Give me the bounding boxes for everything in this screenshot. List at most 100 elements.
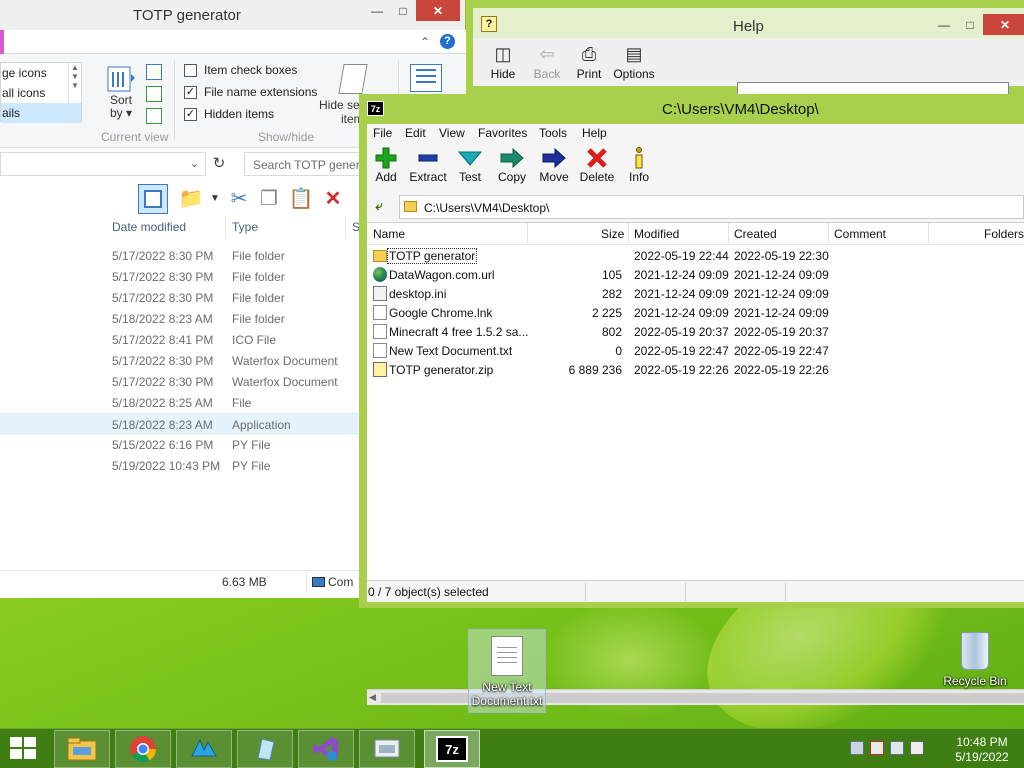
list-item[interactable]: Minecraft 4 free 1.5.2 sa... 802 2022-05-1…	[367, 322, 1024, 341]
menu-file[interactable]: File	[373, 126, 392, 140]
column-divider[interactable]	[345, 216, 346, 238]
checkbox-unchecked[interactable]	[184, 63, 197, 77]
table-row[interactable]: 5/17/2022 8:30 PM File folder	[0, 266, 358, 287]
minimize-button[interactable]: —	[931, 14, 957, 35]
menu-favorites[interactable]: Favorites	[478, 126, 527, 140]
layout-gallery[interactable]: ge icons all icons ails ▲ ▼ ▼	[0, 62, 82, 123]
column-folders[interactable]: Folders	[984, 227, 1024, 241]
list-item[interactable]: Google Chrome.lnk 2 225 2021-12-24 09:09 20…	[367, 303, 1024, 322]
maximize-button[interactable]: □	[390, 0, 416, 21]
ribbon-collapse-icon[interactable]: ⌃	[420, 35, 430, 49]
explorer-titlebar[interactable]: TOTP generator — □ ✕	[0, 0, 465, 30]
info-button[interactable]: Info	[617, 146, 661, 184]
help-titlebar[interactable]: ? Help — □ ✕	[473, 8, 1024, 38]
scroll-left-icon[interactable]: ◀	[369, 692, 376, 703]
column-date-modified[interactable]: Date modified	[112, 220, 186, 234]
maximize-button[interactable]: □	[957, 14, 983, 35]
delete-icon[interactable]: ✕	[318, 184, 348, 214]
help-icon[interactable]: ?	[440, 34, 455, 49]
table-row[interactable]: 5/18/2022 8:23 AM File folder	[0, 308, 358, 329]
taskbar-visual-studio[interactable]	[298, 730, 354, 768]
table-row[interactable]: 5/19/2022 10:43 PM PY File	[0, 455, 358, 476]
column-divider[interactable]	[728, 223, 729, 245]
table-row[interactable]: 5/18/2022 8:25 AM File	[0, 392, 358, 413]
copy-icon[interactable]: ❐	[254, 184, 284, 214]
horizontal-scrollbar[interactable]: ◀	[367, 689, 1024, 705]
clock[interactable]: 10:48 PM 5/19/2022	[952, 735, 1012, 765]
help-hide-button[interactable]: ◫ Hide	[481, 44, 525, 81]
menu-edit[interactable]: Edit	[405, 126, 426, 140]
volume-muted-icon[interactable]	[910, 741, 924, 755]
column-divider[interactable]	[628, 223, 629, 245]
column-divider[interactable]	[828, 223, 829, 245]
desktop-icon-new-text-document[interactable]: New Text Document.txt	[468, 629, 546, 713]
taskbar-file-explorer[interactable]	[54, 730, 110, 768]
table-row[interactable]: 5/17/2022 8:30 PM File folder	[0, 245, 358, 266]
column-divider[interactable]	[928, 223, 929, 245]
list-item[interactable]: New Text Document.txt 0 2022-05-19 22:47 20…	[367, 341, 1024, 360]
table-row[interactable]: 5/15/2022 6:16 PM PY File	[0, 434, 358, 455]
column-size[interactable]: Size	[601, 227, 624, 241]
table-row[interactable]: 5/17/2022 8:30 PM Waterfox Document	[0, 350, 358, 371]
taskbar-waterfox[interactable]	[176, 730, 232, 768]
taskbar-chrome[interactable]	[115, 730, 171, 768]
column-type[interactable]: Type	[232, 220, 258, 234]
start-button[interactable]	[10, 737, 38, 761]
up-folder-icon[interactable]: ⤶	[371, 198, 387, 214]
extract-button[interactable]: Extract	[406, 146, 450, 184]
table-row[interactable]: 5/17/2022 8:30 PM File folder	[0, 287, 358, 308]
network-icon[interactable]	[890, 741, 904, 755]
column-divider[interactable]	[527, 223, 528, 245]
test-button[interactable]: Test	[448, 146, 492, 184]
address-bar[interactable]: ⌄	[0, 152, 206, 176]
help-print-button[interactable]: ⎙ Print	[567, 44, 611, 81]
size-columns-icon[interactable]	[146, 108, 162, 124]
close-button[interactable]: ✕	[983, 14, 1024, 35]
taskbar-control-panel[interactable]	[359, 730, 415, 768]
list-item[interactable]: TOTP generator.zip 6 889 236 2022-05-19 22…	[367, 360, 1024, 379]
add-columns-icon[interactable]	[146, 86, 162, 102]
path-input[interactable]: C:\Users\VM4\Desktop\	[399, 195, 1024, 219]
cut-icon[interactable]: ✂	[224, 184, 254, 214]
delete-button[interactable]: Delete	[575, 146, 619, 184]
column-divider[interactable]	[225, 216, 226, 238]
column-modified[interactable]: Modified	[634, 227, 679, 241]
list-item[interactable]: DataWagon.com.url 105 2021-12-24 09:09 2021…	[367, 265, 1024, 284]
table-row[interactable]: 5/17/2022 8:30 PM Waterfox Document	[0, 371, 358, 392]
table-row[interactable]: 5/18/2022 8:23 AM Application	[0, 413, 358, 434]
paste-icon[interactable]: 📋	[286, 184, 316, 214]
help-back-button[interactable]: ⇦ Back	[525, 44, 569, 81]
add-button[interactable]: Add	[364, 146, 408, 184]
column-comment[interactable]: Comment	[834, 227, 886, 241]
menu-help[interactable]: Help	[582, 126, 607, 140]
chevron-down-icon[interactable]: ⌄	[190, 157, 199, 170]
minimize-button[interactable]: —	[364, 0, 390, 21]
taskbar-python-idle[interactable]	[237, 730, 293, 768]
folder-options-icon[interactable]	[410, 64, 442, 92]
action-center-icon[interactable]	[850, 741, 864, 755]
close-button[interactable]: ✕	[416, 0, 460, 21]
preview-pane-button[interactable]	[138, 184, 168, 214]
desktop-icon-recycle-bin[interactable]: Recycle Bin	[942, 630, 1008, 700]
list-item[interactable]: desktop.ini 282 2021-12-24 09:09 2021-12-24…	[367, 284, 1024, 303]
sort-by-button[interactable]: Sort by ▾	[104, 64, 138, 120]
column-name[interactable]: Name	[373, 227, 405, 241]
menu-view[interactable]: View	[439, 126, 465, 140]
refresh-icon[interactable]: ↻	[208, 154, 230, 176]
gallery-scroll[interactable]: ▲ ▼ ▼	[68, 63, 81, 121]
group-by-icon[interactable]	[146, 64, 162, 80]
checkbox-checked[interactable]: ✓	[184, 85, 197, 99]
checkbox-checked[interactable]: ✓	[184, 107, 197, 121]
taskbar-7zip[interactable]: 7z	[424, 730, 480, 768]
7zip-titlebar[interactable]: 7z C:\Users\VM4\Desktop\	[359, 94, 1024, 124]
file-name-extensions-toggle[interactable]: ✓ File name extensions	[184, 83, 317, 101]
column-created[interactable]: Created	[734, 227, 777, 241]
item-check-boxes-toggle[interactable]: Item check boxes	[184, 61, 297, 79]
notification-flag-icon[interactable]	[870, 741, 884, 755]
help-options-button[interactable]: ▤ Options	[609, 44, 659, 81]
menu-tools[interactable]: Tools	[539, 126, 567, 140]
table-row[interactable]: 5/17/2022 8:41 PM ICO File	[0, 329, 358, 350]
move-button[interactable]: Move	[532, 146, 576, 184]
hidden-items-toggle[interactable]: ✓ Hidden items	[184, 105, 274, 123]
list-item[interactable]: TOTP generator 2022-05-19 22:44 2022-05-19…	[367, 246, 1024, 265]
